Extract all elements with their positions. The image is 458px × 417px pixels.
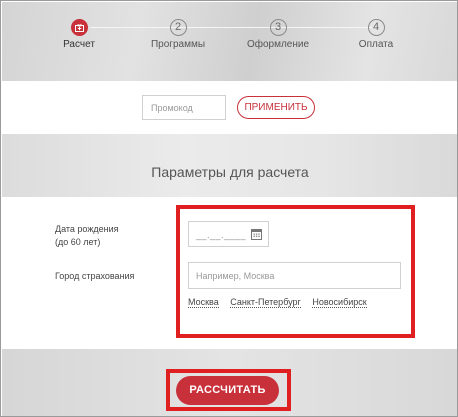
apply-promo-button[interactable]: ПРИМЕНИТЬ bbox=[237, 96, 315, 119]
promo-code-input[interactable]: Промокод bbox=[142, 95, 226, 120]
medical-kit-icon bbox=[70, 19, 88, 36]
step-number: 4 bbox=[367, 19, 385, 36]
params-title: Параметры для расчета bbox=[151, 164, 309, 180]
birth-date-label-line1: Дата рождения bbox=[55, 224, 119, 234]
page-frame: Расчет 2 Программы 3 Оформление 4 Оплата… bbox=[0, 0, 458, 417]
calculate-button[interactable]: РАССЧИТАТЬ bbox=[176, 376, 279, 405]
step-number: 2 bbox=[169, 19, 187, 36]
step-programs[interactable]: 2 Программы bbox=[128, 19, 228, 50]
step-calculation[interactable]: Расчет bbox=[29, 19, 129, 50]
step-number: 3 bbox=[269, 19, 287, 36]
city-label: Город страхования bbox=[55, 271, 135, 281]
birth-date-label-line2: (до 60 лет) bbox=[55, 237, 101, 247]
step-label: Расчет bbox=[63, 39, 95, 50]
step-label: Оплата bbox=[358, 39, 394, 50]
birth-date-label: Дата рождения (до 60 лет) bbox=[55, 223, 119, 249]
step-registration[interactable]: 3 Оформление bbox=[228, 19, 328, 50]
step-payment[interactable]: 4 Оплата bbox=[326, 19, 426, 50]
stepper: Расчет 2 Программы 3 Оформление 4 Оплата bbox=[2, 2, 457, 81]
step-label: Оформление bbox=[246, 39, 310, 50]
params-header: Параметры для расчета bbox=[2, 134, 457, 197]
step-label: Программы bbox=[150, 39, 206, 50]
form-fields-highlight bbox=[176, 205, 415, 338]
promo-section: Промокод ПРИМЕНИТЬ bbox=[2, 81, 457, 134]
